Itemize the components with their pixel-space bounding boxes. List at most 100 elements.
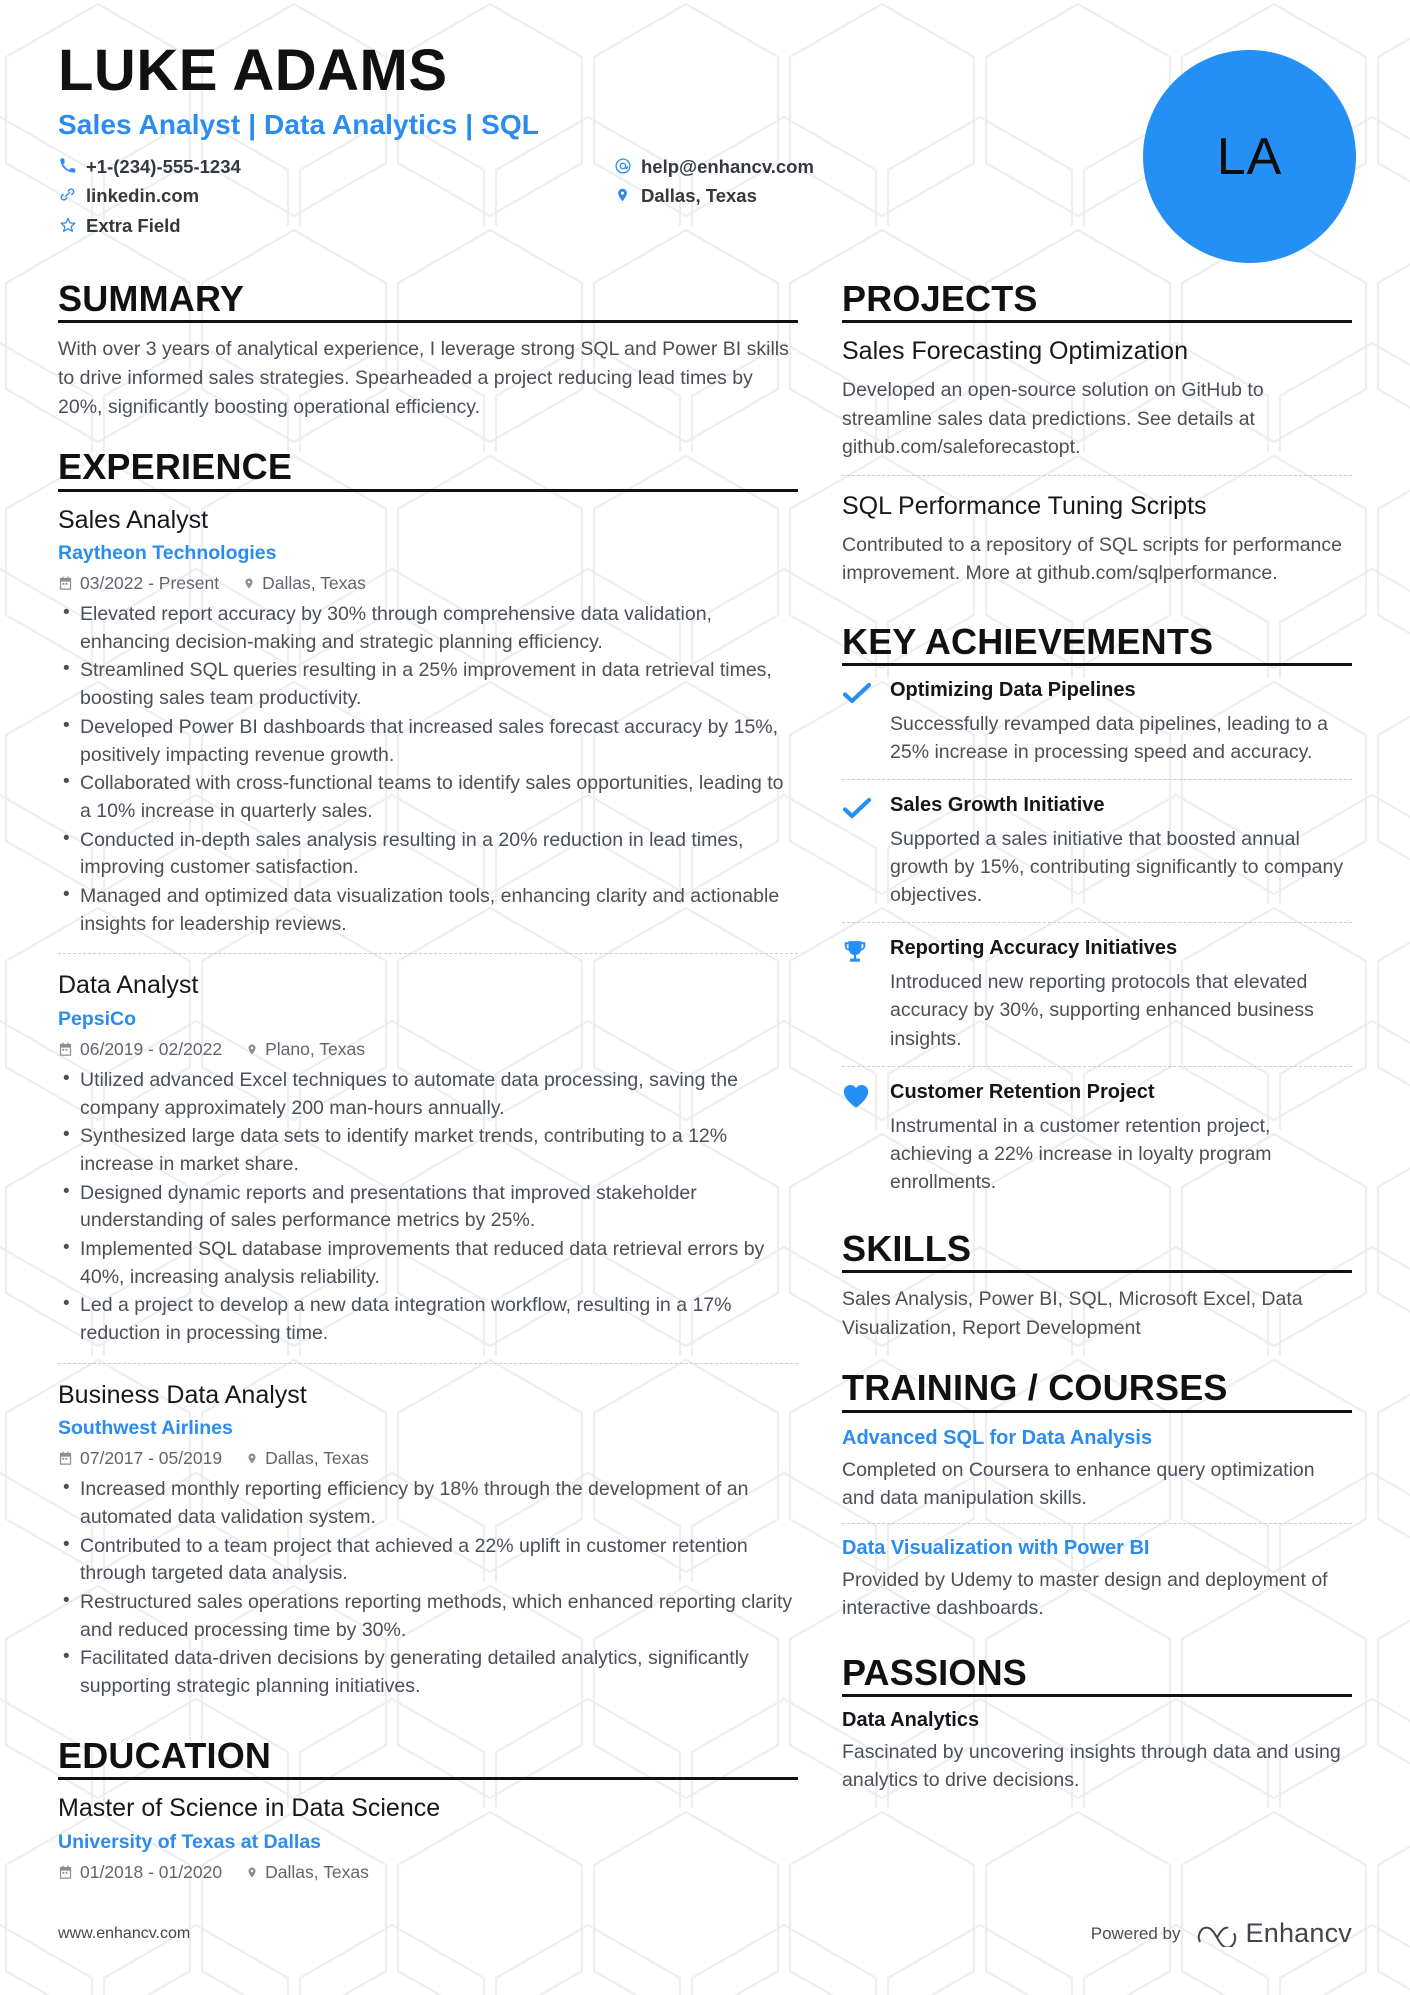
check-icon (842, 793, 874, 909)
degree: Master of Science in Data Science (58, 1794, 441, 1823)
section-education: EDUCATION Master of Science in Data Scie… (58, 1734, 798, 1897)
section-key-achievements: KEY ACHIEVEMENTS Optimizing Data Pipelin… (842, 621, 1352, 1209)
education-dates-value: 01/2018 - 01/2020 (80, 1861, 223, 1882)
job-location-value: Plano, Texas (265, 1038, 365, 1059)
achievement-entry: Sales Growth Initiative Supported a sale… (842, 779, 1352, 922)
section-title-training-courses: TRAINING / COURSES (842, 1367, 1228, 1409)
project-description: Developed an open-source solution on Git… (842, 379, 1264, 458)
list-item: Led a project to develop a new data inte… (58, 1291, 798, 1347)
contact-linkedin[interactable]: linkedin.com (58, 183, 613, 210)
list-item: Collaborated with cross-functional teams… (58, 769, 798, 825)
training-name[interactable]: Advanced SQL for Data Analysis (842, 1425, 1352, 1451)
location-pin-icon (246, 1451, 258, 1466)
star-icon (58, 213, 77, 234)
experience-entry: Business Data Analyst Southwest Airlines… (58, 1362, 798, 1716)
education-location: Dallas, Texas (246, 1862, 369, 1883)
achievement-entry: Reporting Accuracy Initiatives Introduce… (842, 922, 1352, 1065)
list-item: Conducted in-depth sales analysis result… (58, 826, 798, 882)
calendar-icon (58, 576, 73, 591)
calendar-icon (58, 1865, 73, 1880)
list-item: Synthesized large data sets to identify … (58, 1122, 798, 1178)
contact-location[interactable]: Dallas, Texas (613, 183, 988, 210)
list-item: Developed Power BI dashboards that incre… (58, 713, 798, 769)
job-dates-value: 06/2019 - 02/2022 (80, 1038, 223, 1059)
enhancv-wordmark: Enhancv (1245, 1918, 1352, 1948)
achievement-description: Supported a sales initiative that booste… (890, 828, 1344, 907)
project-name: Sales Forecasting Optimization (842, 337, 1188, 366)
list-item: Restructured sales operations reporting … (58, 1588, 798, 1644)
trophy-icon (842, 936, 874, 1052)
enhancv-logo: Enhancv (1197, 1918, 1352, 1949)
skills-text: Sales Analysis, Power BI, SQL, Microsoft… (842, 1288, 1303, 1339)
achievement-name: Customer Retention Project (890, 1080, 1155, 1103)
section-title-projects: PROJECTS (842, 278, 1038, 319)
section-summary: SUMMARY With over 3 years of analytical … (58, 278, 798, 421)
section-title-summary: SUMMARY (58, 278, 245, 319)
enhancv-mark-icon (1197, 1926, 1236, 1947)
heart-icon (842, 1080, 874, 1196)
education-location-value: Dallas, Texas (265, 1861, 369, 1882)
footer: www.enhancv.com Powered by Enhancv (58, 1918, 1352, 1949)
list-item: Increased monthly reporting efficiency b… (58, 1475, 798, 1531)
section-title-experience: EXPERIENCE (58, 446, 293, 488)
body-columns: SUMMARY With over 3 years of analytical … (58, 278, 1352, 1897)
achievement-name: Optimizing Data Pipelines (890, 678, 1136, 701)
contact-extra-field-value: Extra Field (86, 215, 181, 237)
achievement-entry: Customer Retention Project Instrumental … (842, 1065, 1352, 1209)
job-location: Plano, Texas (246, 1039, 365, 1060)
job-company[interactable]: Raytheon Technologies (58, 542, 798, 565)
job-company[interactable]: PepsiCo (58, 1008, 798, 1031)
section-title-education: EDUCATION (58, 1734, 272, 1776)
project-entry: SQL Performance Tuning Scripts Contribut… (842, 475, 1352, 602)
section-passions: PASSIONS Data Analytics Fascinated by un… (842, 1652, 1352, 1794)
page-title: LUKE ADAMS (58, 38, 448, 103)
job-company[interactable]: Southwest Airlines (58, 1417, 798, 1440)
job-meta: 06/2019 - 02/2022 Plano, Texas (58, 1039, 798, 1060)
contact-phone[interactable]: +1-(234)-555-1234 (58, 154, 613, 181)
section-title-passions: PASSIONS (842, 1652, 1027, 1694)
contact-extra-field[interactable]: Extra Field (58, 213, 613, 240)
location-pin-icon (613, 183, 632, 204)
list-item: Elevated report accuracy by 30% through … (58, 600, 798, 656)
job-location: Dallas, Texas (243, 573, 366, 594)
list-item: Contributed to a team project that achie… (58, 1532, 798, 1588)
job-bullets: Elevated report accuracy by 30% through … (58, 600, 798, 938)
training-name[interactable]: Data Visualization with Power BI (842, 1535, 1352, 1561)
project-name: SQL Performance Tuning Scripts (842, 492, 1207, 521)
experience-entry: Sales Analyst Raytheon Technologies 03/2… (58, 504, 798, 954)
list-item: Utilized advanced Excel techniques to au… (58, 1066, 798, 1122)
check-icon (842, 678, 874, 766)
contact-email[interactable]: help@enhancv.com (613, 154, 988, 181)
job-dates: 07/2017 - 05/2019 (58, 1448, 222, 1469)
location-pin-icon (246, 1042, 258, 1057)
job-location-value: Dallas, Texas (262, 573, 366, 594)
education-entry: Master of Science in Data Science Univer… (58, 1792, 798, 1897)
email-icon (613, 154, 632, 175)
job-role: Business Data Analyst (58, 1380, 307, 1409)
school[interactable]: University of Texas at Dallas (58, 1831, 798, 1854)
location-pin-icon (246, 1865, 258, 1880)
job-dates: 06/2019 - 02/2022 (58, 1039, 222, 1060)
powered-by-label: Powered by (1090, 1923, 1181, 1943)
training-description: Completed on Coursera to enhance query o… (842, 1458, 1315, 1509)
contact-grid: +1-(234)-555-1234 help@enhancv.com linke… (58, 154, 988, 240)
project-description: Contributed to a repository of SQL scrip… (842, 534, 1343, 585)
right-column: PROJECTS Sales Forecasting Optimization … (842, 278, 1352, 1897)
section-experience: EXPERIENCE Sales Analyst Raytheon Techno… (58, 446, 798, 1716)
left-column: SUMMARY With over 3 years of analytical … (58, 278, 798, 1897)
contact-email-value: help@enhancv.com (641, 155, 814, 177)
achievement-entry: Optimizing Data Pipelines Successfully r… (842, 678, 1352, 779)
achievement-description: Successfully revamped data pipelines, le… (890, 712, 1328, 764)
footer-url[interactable]: www.enhancv.com (58, 1925, 190, 1943)
job-dates-value: 07/2017 - 05/2019 (80, 1448, 223, 1469)
job-meta: 03/2022 - Present Dallas, Texas (58, 573, 798, 594)
section-title-skills: SKILLS (842, 1227, 972, 1269)
job-dates: 03/2022 - Present (58, 573, 219, 594)
list-item: Designed dynamic reports and presentatio… (58, 1179, 798, 1235)
avatar-initials: LA (1216, 127, 1283, 186)
achievement-description: Introduced new reporting protocols that … (890, 971, 1314, 1050)
phone-icon (58, 154, 77, 174)
calendar-icon (58, 1451, 73, 1466)
job-role: Data Analyst (58, 971, 199, 1000)
job-location-value: Dallas, Texas (265, 1448, 369, 1469)
